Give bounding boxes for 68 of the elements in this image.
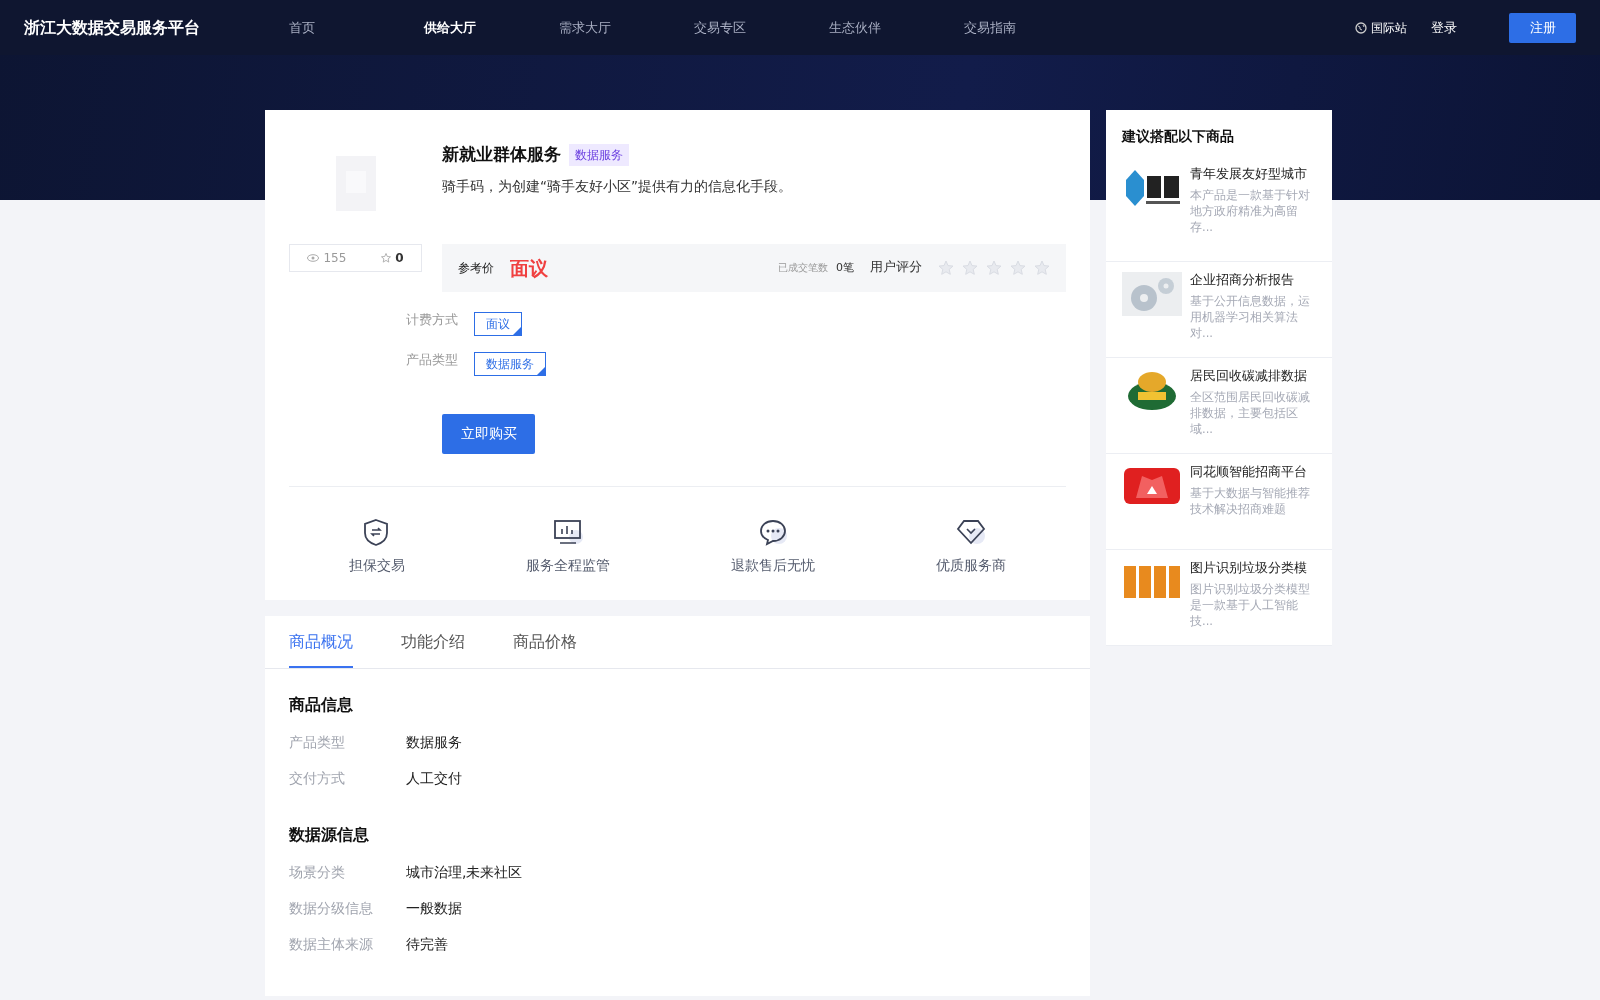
feature-label: 服务全程监管 [526,555,611,575]
site-logo[interactable]: 浙江大数据交易服务平台 [24,15,289,40]
login-link[interactable]: 登录 [1431,17,1457,38]
register-button[interactable]: 注册 [1509,12,1576,43]
star-icon [938,259,954,276]
nav-link[interactable]: 供给大厅 [424,17,559,38]
item-description: 基于公开信息数据，运用机器学习相关算法对... [1190,293,1311,342]
field-label: 场景分类 [289,863,346,883]
field-label: 数据分级信息 [289,899,374,919]
option-chip[interactable]: 面议 [474,311,522,336]
tab[interactable]: 商品价格 [513,615,577,668]
item-description: 本产品是一款基于针对地方政府精准为高留存... [1190,187,1311,236]
category-tag: 数据服务 [569,143,629,166]
item-title: 同花顺智能招商平台 [1190,464,1308,482]
item-description: 图片识别垃圾分类模型是一款基于人工智能技... [1190,581,1311,630]
deals-count: 0笔 [836,259,854,276]
section-title: 数据源信息 [289,823,370,846]
feature-label: 担保交易 [349,555,406,575]
favorite-count: 0 [395,250,404,267]
view-count: 155 [323,250,347,267]
rating-label: 用户评分 [870,258,922,277]
item-description: 全区范围居民回收碳减排数据，主要包括区域... [1190,389,1311,438]
product-title: 新就业群体服务 [442,143,561,166]
star-icon [962,259,978,276]
field-value: 人工交付 [406,769,462,789]
field-value: 数据服务 [406,733,462,753]
star-icon [381,253,392,263]
nav-link[interactable]: 首页 [289,17,424,38]
star-icon [1010,259,1026,276]
item-title: 图片识别垃圾分类模 [1190,560,1308,578]
item-title: 青年发展友好型城市 [1190,166,1308,184]
intl-link[interactable]: 国际站 [1355,18,1407,37]
star-icon [986,259,1002,276]
nav-link[interactable]: 交易专区 [694,17,829,38]
tab[interactable]: 商品概况 [289,615,353,668]
tab[interactable]: 功能介绍 [401,615,465,668]
recommended-item[interactable]: 图片识别垃圾分类模 图片识别垃圾分类模型是一款基于人工智能技... [1106,550,1332,647]
nav-link[interactable]: 交易指南 [964,17,1099,38]
eye-icon [307,254,320,262]
field-label: 交付方式 [289,769,346,789]
star-icon [1034,259,1050,276]
nav-link[interactable]: 生态伙伴 [829,17,964,38]
recommended-item[interactable]: 居民回收碳减排数据 全区范围居民回收碳减排数据，主要包括区域... [1106,358,1332,455]
product-description: 骑手码，为创建“骑手友好小区”提供有力的信息化手段。 [442,176,793,196]
price-label: 参考价 [458,259,494,277]
field-label: 数据主体来源 [289,935,374,955]
option-label: 产品类型 [406,350,459,369]
sidebar-title: 建议搭配以下商品 [1120,127,1235,146]
item-description: 基于大数据与智能推荐技术解决招商难题 [1190,485,1311,518]
section-title: 商品信息 [289,693,354,716]
option-chip[interactable]: 数据服务 [474,351,546,376]
recommended-item[interactable]: 企业招商分析报告 基于公开信息数据，运用机器学习相关算法对... [1106,262,1332,359]
price-value: 面议 [510,255,548,281]
option-label: 计费方式 [406,310,459,329]
recommended-item[interactable]: 青年发展友好型城市 本产品是一款基于针对地方政府精准为高留存... [1106,166,1332,263]
deals-label: 已成交笔数 [778,261,828,276]
field-value: 城市治理,未来社区 [406,863,523,883]
buy-button[interactable]: 立即购买 [442,413,535,454]
item-title: 企业招商分析报告 [1190,272,1295,290]
feature-label: 优质服务商 [935,555,1006,575]
field-value: 一般数据 [406,899,462,919]
feature-label: 退款售后无忧 [730,555,815,575]
item-title: 居民回收碳减排数据 [1190,368,1308,386]
nav-link[interactable]: 需求大厅 [559,17,694,38]
field-label: 产品类型 [289,733,346,753]
globe-icon [1355,21,1367,34]
field-value: 待完善 [406,935,448,955]
recommended-item[interactable]: 同花顺智能招商平台 基于大数据与智能推荐技术解决招商难题 [1106,454,1332,551]
